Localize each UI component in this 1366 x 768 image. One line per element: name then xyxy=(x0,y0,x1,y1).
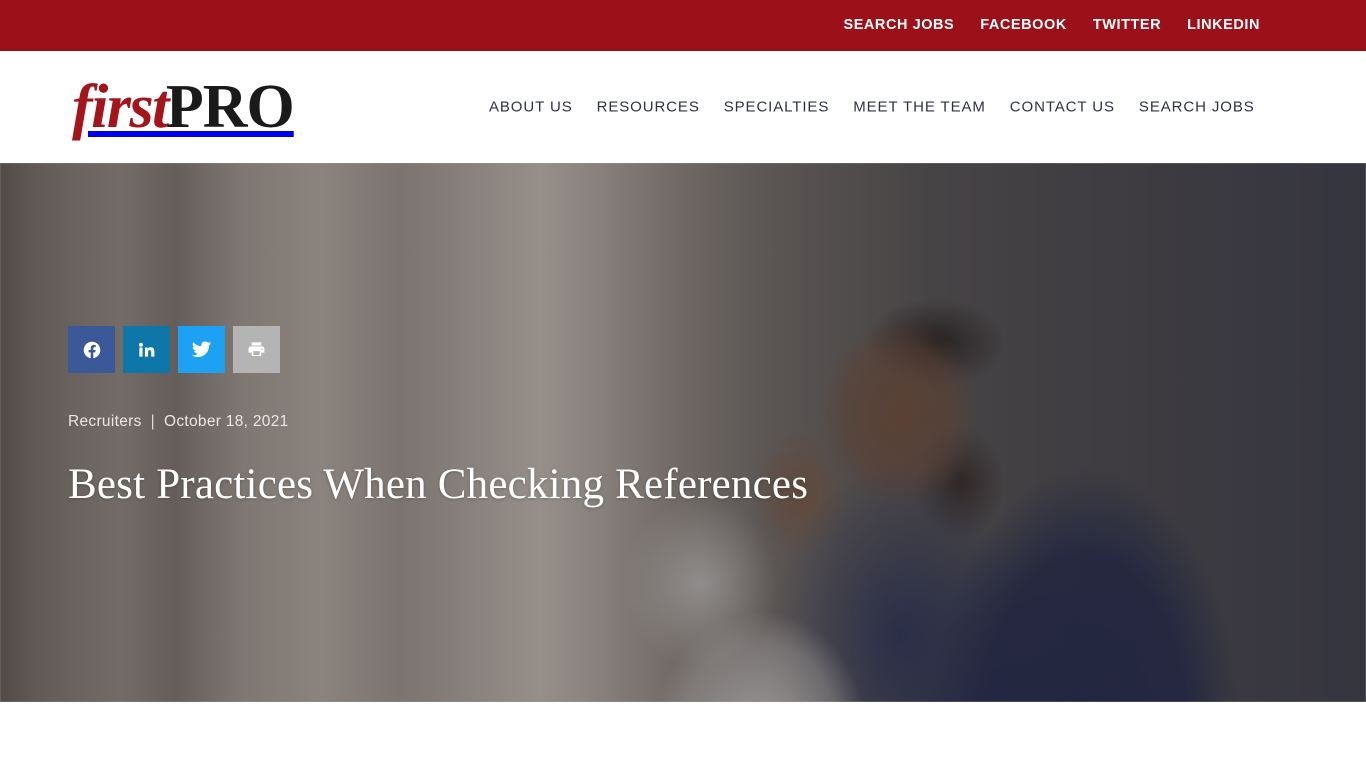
nav-item-resources[interactable]: RESOURCES xyxy=(597,100,700,115)
site-logo[interactable]: first PRO xyxy=(72,73,295,141)
main-navigation: ABOUT US RESOURCES SPECIALTIES MEET THE … xyxy=(489,100,1255,115)
share-facebook-button[interactable] xyxy=(68,326,115,373)
share-linkedin-button[interactable] xyxy=(123,326,170,373)
nav-item-specialties[interactable]: SPECIALTIES xyxy=(724,100,830,115)
share-twitter-button[interactable] xyxy=(178,326,225,373)
post-date: October 18, 2021 xyxy=(163,413,289,430)
topbar-link-linkedin[interactable]: LINKEDIN xyxy=(1187,18,1260,33)
twitter-icon xyxy=(191,339,212,360)
post-meta: Recruiters | October 18, 2021 xyxy=(68,413,289,432)
top-utility-nav: SEARCH JOBS FACEBOOK TWITTER LINKEDIN xyxy=(843,18,1260,33)
hero-content: Recruiters | October 18, 2021 Best Pract… xyxy=(68,163,1068,702)
linkedin-icon xyxy=(137,340,156,359)
logo-text-pro: PRO xyxy=(165,73,295,141)
share-print-button[interactable] xyxy=(233,326,280,373)
nav-item-about-us[interactable]: ABOUT US xyxy=(489,100,573,115)
print-icon xyxy=(247,340,266,359)
meta-separator: | xyxy=(150,413,155,430)
page-title: Best Practices When Checking References xyxy=(68,461,809,508)
nav-item-search-jobs[interactable]: SEARCH JOBS xyxy=(1139,100,1255,115)
facebook-icon xyxy=(82,340,102,360)
topbar-link-search-jobs[interactable]: SEARCH JOBS xyxy=(843,18,954,33)
logo-text-first: first xyxy=(72,73,169,141)
hero-banner: Recruiters | October 18, 2021 Best Pract… xyxy=(0,163,1366,702)
topbar-link-facebook[interactable]: FACEBOOK xyxy=(980,18,1067,33)
social-share-row xyxy=(68,326,280,373)
topbar-link-twitter[interactable]: TWITTER xyxy=(1093,18,1161,33)
site-header: first PRO ABOUT US RESOURCES SPECIALTIES … xyxy=(0,51,1366,163)
article-body-top xyxy=(0,702,1366,768)
nav-item-meet-the-team[interactable]: MEET THE TEAM xyxy=(853,100,986,115)
nav-item-contact-us[interactable]: CONTACT US xyxy=(1010,100,1115,115)
post-category[interactable]: Recruiters xyxy=(68,413,142,432)
top-utility-bar: SEARCH JOBS FACEBOOK TWITTER LINKEDIN xyxy=(0,0,1366,51)
